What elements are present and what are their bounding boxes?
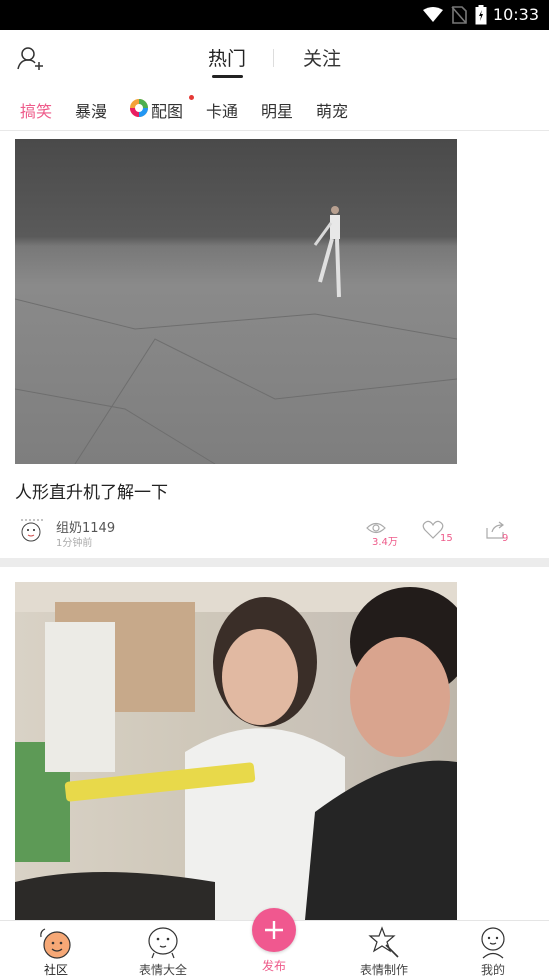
post-image-helicopter[interactable] — [14, 139, 458, 465]
publish-button[interactable] — [252, 908, 296, 952]
nav-label-emoji-maker: 表情制作 — [359, 963, 408, 977]
status-time: 10:33 — [492, 5, 539, 24]
post-time: 1分钟前 — [56, 538, 93, 549]
like-button[interactable]: 15 — [422, 518, 462, 544]
nav-label-profile: 我的 — [480, 963, 505, 977]
tab-follow[interactable]: 关注 — [303, 44, 341, 71]
category-bar: 搞笑 暴漫 配图 卡通 明星 萌宠 — [0, 88, 549, 130]
tab-separator — [273, 49, 274, 67]
category-stars[interactable]: 明星 — [261, 98, 293, 122]
no-sim-icon — [451, 6, 467, 24]
avatar[interactable] — [15, 514, 49, 548]
color-wheel-icon — [130, 99, 148, 117]
magic-wand-icon — [368, 926, 399, 958]
plus-icon — [265, 921, 283, 939]
category-cartoon[interactable]: 卡通 — [206, 98, 238, 122]
post-image-figure — [14, 206, 458, 465]
tab-active-indicator — [212, 75, 243, 78]
post-separator — [0, 558, 549, 567]
nav-emoji-library[interactable]: 表情大全 — [123, 921, 203, 977]
nav-community[interactable]: 社区 — [16, 921, 96, 977]
views-stat: 3.4万 — [364, 518, 404, 548]
new-dot-badge — [189, 95, 194, 100]
category-divider — [0, 130, 549, 131]
category-pictures[interactable]: 配图 — [151, 98, 183, 122]
category-comics[interactable]: 暴漫 — [75, 98, 107, 122]
likes-count: 15 — [440, 533, 453, 544]
status-bar: 10:33 — [0, 0, 549, 30]
post-image-couple[interactable] — [15, 582, 457, 920]
post-image-scene — [15, 582, 457, 920]
share-button[interactable]: 9 — [484, 518, 524, 544]
nav-label-emoji-library: 表情大全 — [138, 963, 187, 977]
nav-emoji-maker[interactable]: 表情制作 — [344, 921, 424, 977]
status-icons — [423, 5, 487, 25]
battery-icon — [475, 5, 487, 25]
post-title[interactable]: 人形直升机了解一下 — [15, 478, 168, 503]
nav-label-community: 社区 — [43, 963, 68, 977]
tab-hot[interactable]: 热门 — [208, 44, 246, 71]
views-count: 3.4万 — [372, 537, 398, 548]
face-outline-icon — [148, 927, 178, 959]
top-header: 热门 关注 — [0, 30, 549, 85]
shares-count: 9 — [502, 533, 509, 544]
category-pets[interactable]: 萌宠 — [316, 98, 348, 122]
nav-profile[interactable]: 我的 — [453, 921, 533, 977]
add-user-icon[interactable] — [16, 43, 46, 73]
category-funny[interactable]: 搞笑 — [20, 98, 52, 122]
publish-label: 发布 — [261, 959, 286, 973]
profile-face-icon — [481, 927, 505, 959]
wifi-icon — [423, 7, 443, 22]
smiley-face-icon — [40, 928, 71, 959]
